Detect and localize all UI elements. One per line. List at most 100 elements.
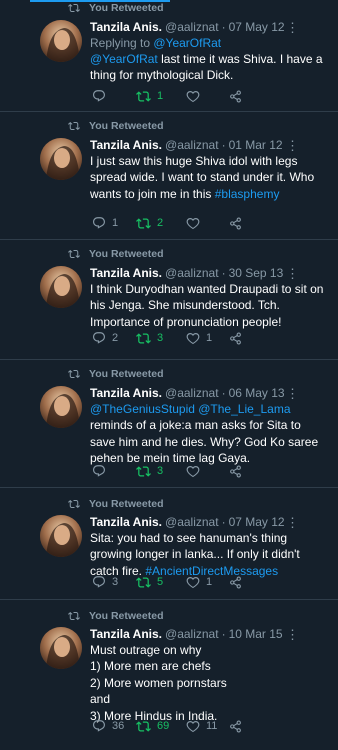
display-name[interactable]: Tanzila Anis.: [90, 138, 162, 153]
mention-link[interactable]: @YearOfRat: [90, 52, 158, 66]
avatar[interactable]: [40, 266, 82, 308]
reply-button[interactable]: 1: [92, 215, 118, 231]
retweet-button[interactable]: 3: [136, 330, 163, 346]
reply-count: 2: [112, 332, 119, 344]
share-icon: [229, 332, 242, 345]
retweet-count: 1: [157, 90, 164, 102]
display-name[interactable]: Tanzila Anis.: [90, 20, 162, 35]
like-button[interactable]: 1: [186, 574, 212, 590]
more-options-icon[interactable]: ⋮: [286, 387, 299, 400]
tweet[interactable]: You Retweeted Tanzila Anis. @aaliznat · …: [0, 488, 338, 600]
retweet-small-icon: [68, 120, 80, 132]
user-handle[interactable]: @aaliznat: [165, 627, 219, 642]
retweet-label: You Retweeted: [89, 2, 164, 14]
avatar[interactable]: [40, 20, 82, 62]
like-button[interactable]: 1: [186, 330, 212, 346]
share-button[interactable]: [229, 574, 242, 590]
share-button[interactable]: [229, 463, 242, 479]
retweet-icon: [136, 89, 151, 104]
reply-mention-link[interactable]: @YearOfRat: [153, 36, 221, 50]
retweet-button[interactable]: 69: [136, 718, 169, 734]
user-handle[interactable]: @aaliznat: [165, 266, 219, 281]
retweet-button[interactable]: 1: [136, 88, 163, 104]
tweet-text: I just saw this huge Shiva idol with leg…: [90, 153, 326, 202]
tweet[interactable]: You Retweeted Tanzila Anis. @aaliznat · …: [0, 240, 338, 360]
dot-separator: ·: [221, 627, 226, 641]
user-handle[interactable]: @aaliznat: [165, 20, 219, 35]
tweet[interactable]: You Retweeted Tanzila Anis. @aaliznat · …: [0, 112, 338, 240]
reply-button[interactable]: 36: [92, 718, 124, 734]
tweet-date[interactable]: 06 May 13: [229, 386, 285, 401]
more-options-icon[interactable]: ⋮: [286, 139, 299, 152]
retweet-small-icon: [68, 498, 80, 510]
tweet[interactable]: You Retweeted Tanzila Anis. @aaliznat · …: [0, 600, 338, 750]
more-options-icon[interactable]: ⋮: [286, 267, 299, 280]
tweet-text: I think Duryodhan wanted Draupadi to sit…: [90, 282, 324, 329]
replying-to: Replying to @YearOfRat: [90, 35, 326, 51]
retweet-label: You Retweeted: [89, 120, 164, 132]
hashtag-link[interactable]: #blasphemy: [215, 187, 280, 201]
share-button[interactable]: [229, 215, 242, 231]
display-name[interactable]: Tanzila Anis.: [90, 386, 162, 401]
retweet-small-icon: [68, 610, 80, 622]
retweet-count: 2: [157, 217, 164, 229]
like-button[interactable]: [186, 463, 206, 479]
retweet-label: You Retweeted: [89, 498, 164, 510]
tweet-date[interactable]: 07 May 12: [229, 515, 285, 530]
more-options-icon[interactable]: ⋮: [286, 516, 299, 529]
reply-icon: [92, 575, 106, 589]
retweet-count: 3: [157, 465, 164, 477]
like-button[interactable]: [186, 215, 206, 231]
retweet-button[interactable]: 5: [136, 574, 163, 590]
avatar[interactable]: [40, 138, 82, 180]
tweet-date[interactable]: 30 Sep 13: [229, 266, 284, 281]
retweet-count: 5: [157, 576, 164, 588]
reply-count: 36: [112, 720, 125, 732]
like-icon: [186, 216, 200, 230]
reply-count: 1: [112, 217, 119, 229]
share-button[interactable]: [229, 330, 242, 346]
tweet-date[interactable]: 07 May 12: [229, 20, 285, 35]
retweet-icon: [136, 331, 151, 346]
share-icon: [229, 217, 242, 230]
like-button[interactable]: [186, 88, 206, 104]
like-icon: [186, 89, 200, 103]
more-options-icon[interactable]: ⋮: [286, 628, 299, 641]
user-handle[interactable]: @aaliznat: [165, 138, 219, 153]
share-button[interactable]: [229, 718, 242, 734]
like-button[interactable]: 11: [186, 718, 217, 734]
tweet-line: 2) More women pornstars: [90, 675, 227, 690]
user-handle[interactable]: @aaliznat: [165, 515, 219, 530]
retweet-icon: [136, 575, 151, 590]
mention-link[interactable]: @TheGeniusStupid: [90, 402, 195, 416]
tweet-date[interactable]: 01 Mar 12: [229, 138, 283, 153]
share-icon: [229, 90, 242, 103]
more-options-icon[interactable]: ⋮: [286, 21, 299, 34]
mention-link[interactable]: @The_Lie_Lama: [198, 402, 290, 416]
reply-button[interactable]: 2: [92, 330, 118, 346]
reply-button[interactable]: [92, 463, 112, 479]
retweet-button[interactable]: 2: [136, 215, 163, 231]
avatar[interactable]: [40, 515, 82, 557]
avatar[interactable]: [40, 627, 82, 669]
tweet-date[interactable]: 10 Mar 15: [229, 627, 283, 642]
avatar[interactable]: [40, 386, 82, 428]
retweet-button[interactable]: 3: [136, 463, 163, 479]
user-handle[interactable]: @aaliznat: [165, 386, 219, 401]
retweet-count: 3: [157, 332, 164, 344]
like-count: 1: [206, 576, 213, 588]
display-name[interactable]: Tanzila Anis.: [90, 627, 162, 642]
display-name[interactable]: Tanzila Anis.: [90, 266, 162, 281]
display-name[interactable]: Tanzila Anis.: [90, 515, 162, 530]
reply-button[interactable]: 3: [92, 574, 118, 590]
share-button[interactable]: [229, 88, 242, 104]
share-icon: [229, 576, 242, 589]
like-icon: [186, 331, 200, 345]
reply-icon: [92, 331, 106, 345]
tweet[interactable]: You Retweeted Tanzila Anis. @aaliznat · …: [0, 0, 338, 112]
retweet-icon: [136, 216, 151, 231]
retweet-icon: [136, 464, 151, 479]
tweet[interactable]: You Retweeted Tanzila Anis. @aaliznat · …: [0, 360, 338, 488]
like-count: 1: [206, 332, 213, 344]
reply-button[interactable]: [92, 88, 112, 104]
